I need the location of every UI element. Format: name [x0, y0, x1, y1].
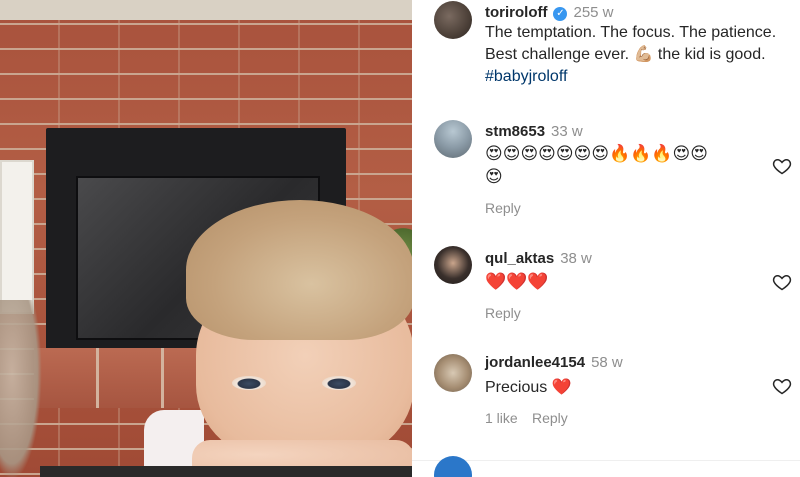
post-photo[interactable] [0, 0, 412, 477]
comment-header: qul_aktas 38 w [485, 250, 592, 267]
comment-username[interactable]: qul_aktas [485, 250, 554, 267]
author-avatar[interactable] [434, 1, 472, 39]
comment-age: 38 w [560, 250, 592, 267]
comment-age: 33 w [551, 123, 583, 140]
reply-button[interactable]: Reply [485, 200, 521, 216]
comment-age: 58 w [591, 354, 623, 371]
baby-eye-left [232, 376, 266, 390]
author-username[interactable]: toriroloff [485, 4, 547, 21]
hashtag-link[interactable]: #babyjroloff [485, 68, 567, 85]
reply-button[interactable]: Reply [532, 410, 568, 426]
counter-edge [40, 466, 412, 477]
divider [412, 460, 800, 461]
comment-text: Precious ❤️ [485, 379, 572, 396]
comment-likes[interactable]: 1 like [485, 410, 518, 426]
author-header: toriroloff ✓ 255 w [485, 4, 614, 21]
comments-panel[interactable]: toriroloff ✓ 255 w The temptation. The foc… [412, 0, 800, 477]
lantern [0, 160, 34, 314]
comment-username[interactable]: jordanlee4154 [485, 354, 585, 371]
post-age: 255 w [573, 4, 614, 21]
caption-text: The temptation. The focus. The patience.… [485, 24, 777, 63]
comment-text: 😍😍😍😍😍😍😍🔥🔥🔥😍😍 [485, 144, 709, 163]
baby-hair [186, 200, 412, 340]
comment-username[interactable]: stm8653 [485, 123, 545, 140]
comment-avatar[interactable] [434, 246, 472, 284]
blurred-figure [0, 300, 42, 477]
comment-header: stm8653 33 w [485, 123, 583, 140]
comment-header: jordanlee4154 58 w [485, 354, 623, 371]
heart-outline-icon[interactable] [772, 156, 792, 176]
ceiling [0, 0, 412, 20]
heart-outline-icon[interactable] [772, 272, 792, 292]
comment-text-continued: 😍 [485, 167, 503, 186]
comment-avatar[interactable] [434, 354, 472, 392]
comment-avatar[interactable] [434, 120, 472, 158]
post-caption: The temptation. The focus. The patience.… [485, 22, 785, 88]
heart-outline-icon[interactable] [772, 376, 792, 396]
verified-badge-icon: ✓ [553, 7, 568, 21]
reply-button[interactable]: Reply [485, 305, 521, 321]
comment-text: ❤️❤️❤️ [485, 272, 549, 291]
baby-eye-right [322, 376, 356, 390]
